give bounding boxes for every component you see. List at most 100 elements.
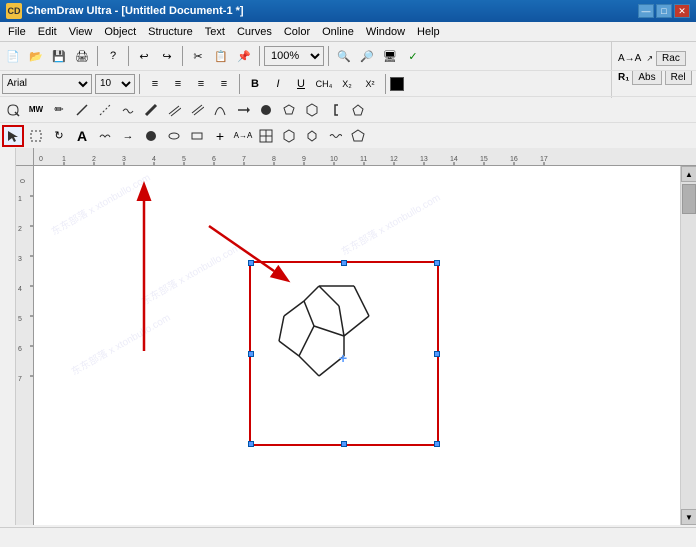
hexagon-tool[interactable]	[301, 99, 323, 121]
minimize-button[interactable]: —	[638, 4, 654, 18]
polygon-tool[interactable]	[347, 99, 369, 121]
bond-single-tool[interactable]	[71, 99, 93, 121]
align-right-button[interactable]: ≡	[190, 73, 212, 95]
menu-window[interactable]: Window	[360, 24, 411, 40]
scroll-up-button[interactable]: ▲	[681, 166, 696, 182]
help-button[interactable]: ?	[102, 45, 124, 67]
plus-tool[interactable]: +	[209, 125, 231, 147]
toolbars-section: 📄 📂 💾 🖨 ? ↩ ↪ ✂ 📋 📌 50% 75% 100% 150% 20…	[0, 42, 696, 148]
sel-handle-mr[interactable]	[434, 351, 440, 357]
scroll-down-button[interactable]: ▼	[681, 509, 696, 525]
text-tool[interactable]: A	[71, 125, 93, 147]
new-button[interactable]: 📄	[2, 45, 24, 67]
rac-button[interactable]: Rac	[656, 51, 686, 66]
bold-button[interactable]: B	[244, 73, 266, 95]
circle-tool[interactable]	[140, 125, 162, 147]
pentagon2-tool[interactable]	[347, 125, 369, 147]
ruler-top: 0 1 2 3 4 5 6 7 8	[34, 148, 696, 166]
arrow-tool[interactable]	[232, 99, 254, 121]
menu-color[interactable]: Color	[278, 24, 316, 40]
maximize-button[interactable]: □	[656, 4, 672, 18]
cyclohexane-tool[interactable]	[301, 125, 323, 147]
undo-button[interactable]: ↩	[133, 45, 155, 67]
check-button[interactable]: ✓	[402, 45, 424, 67]
bracket-tool[interactable]	[324, 99, 346, 121]
menu-text[interactable]: Text	[199, 24, 231, 40]
zoom-in-button[interactable]: 🔍	[333, 45, 355, 67]
tb-sep-7	[239, 74, 240, 94]
sel-handle-br[interactable]	[434, 441, 440, 447]
color-swatch[interactable]	[390, 77, 404, 91]
tb-sep-3	[182, 46, 183, 66]
select-tool[interactable]	[2, 125, 24, 147]
zoom-out-button[interactable]: 🔎	[356, 45, 378, 67]
menu-help[interactable]: Help	[411, 24, 446, 40]
hexring-tool[interactable]	[278, 125, 300, 147]
pencil-tool[interactable]: ✏	[48, 99, 70, 121]
scroll-thumb-v[interactable]	[682, 184, 696, 214]
menu-object[interactable]: Object	[98, 24, 142, 40]
sel-handle-tc[interactable]	[341, 260, 347, 266]
sel-handle-bc[interactable]	[341, 441, 347, 447]
title-text: ChemDraw Ultra - [Untitled Document-1 *]	[26, 5, 638, 17]
bond-dashed-tool[interactable]	[94, 99, 116, 121]
italic-button[interactable]: I	[267, 73, 289, 95]
sel-handle-tr[interactable]	[434, 260, 440, 266]
pentagon-tool[interactable]	[278, 99, 300, 121]
sel-handle-tl[interactable]	[248, 260, 254, 266]
superscript-button[interactable]: X²	[359, 73, 381, 95]
toolbar-row-3: MW ✏	[0, 96, 696, 122]
redo-button[interactable]: ↪	[156, 45, 178, 67]
rotate-tool[interactable]: ↻	[48, 125, 70, 147]
paste-button[interactable]: 📌	[233, 45, 255, 67]
svg-text:0: 0	[39, 156, 43, 163]
underline-button[interactable]: U	[290, 73, 312, 95]
print-button[interactable]: 🖨	[71, 45, 93, 67]
cut-button[interactable]: ✂	[187, 45, 209, 67]
bond-double-tool[interactable]	[163, 99, 185, 121]
menu-file[interactable]: File	[2, 24, 32, 40]
font-size-select[interactable]: 10 12	[95, 74, 135, 94]
bond-triple-tool[interactable]	[186, 99, 208, 121]
menu-view[interactable]: View	[63, 24, 99, 40]
bond-wavy-tool[interactable]	[117, 99, 139, 121]
align-center-button[interactable]: ≡	[167, 73, 189, 95]
rect-tool[interactable]	[186, 125, 208, 147]
align-justify-button[interactable]: ≡	[213, 73, 235, 95]
mw-tool[interactable]: MW	[25, 99, 47, 121]
arrow-curved-tool[interactable]: →	[117, 125, 139, 147]
canvas-area[interactable]: 0 1 2 3 4 5 6 7 8	[16, 148, 696, 525]
curve-tool[interactable]	[209, 99, 231, 121]
menu-edit[interactable]: Edit	[32, 24, 63, 40]
marquee-select-tool[interactable]	[25, 125, 47, 147]
bond-bold-tool[interactable]	[140, 99, 162, 121]
open-button[interactable]: 📂	[25, 45, 47, 67]
reactant-tool[interactable]: A→A	[232, 125, 254, 147]
zoom-select[interactable]: 50% 75% 100% 150% 200%	[264, 46, 324, 66]
smiles-tool[interactable]	[94, 125, 116, 147]
copy-button[interactable]: 📋	[210, 45, 232, 67]
table-tool[interactable]	[255, 125, 277, 147]
wave-tool[interactable]	[324, 125, 346, 147]
sel-handle-bl[interactable]	[248, 441, 254, 447]
toolbar-row-1: 📄 📂 💾 🖨 ? ↩ ↪ ✂ 📋 📌 50% 75% 100% 150% 20…	[0, 42, 696, 70]
scrollbar-vertical[interactable]: ▲ ▼	[680, 166, 696, 525]
oval-tool[interactable]	[163, 125, 185, 147]
save-button[interactable]: 💾	[48, 45, 70, 67]
menu-online[interactable]: Online	[316, 24, 360, 40]
svg-text:2: 2	[18, 226, 22, 233]
subscript-button[interactable]: X₂	[336, 73, 358, 95]
font-family-select[interactable]: Arial	[2, 74, 92, 94]
sel-handle-ml[interactable]	[248, 351, 254, 357]
lasso-select-tool[interactable]	[2, 99, 24, 121]
svg-text:7: 7	[18, 376, 22, 383]
align-left-button[interactable]: ≡	[144, 73, 166, 95]
menu-structure[interactable]: Structure	[142, 24, 199, 40]
chem-formula-button[interactable]: CH₄	[313, 73, 335, 95]
document-area[interactable]: 东东部落 x xtonbullo.com 东东部落 x xtonbullo.co…	[34, 166, 696, 525]
circle-fill-tool[interactable]	[255, 99, 277, 121]
close-button[interactable]: ✕	[674, 4, 690, 18]
svg-text:1: 1	[62, 156, 66, 163]
page-view-button[interactable]: 🖥	[379, 45, 401, 67]
menu-curves[interactable]: Curves	[231, 24, 278, 40]
